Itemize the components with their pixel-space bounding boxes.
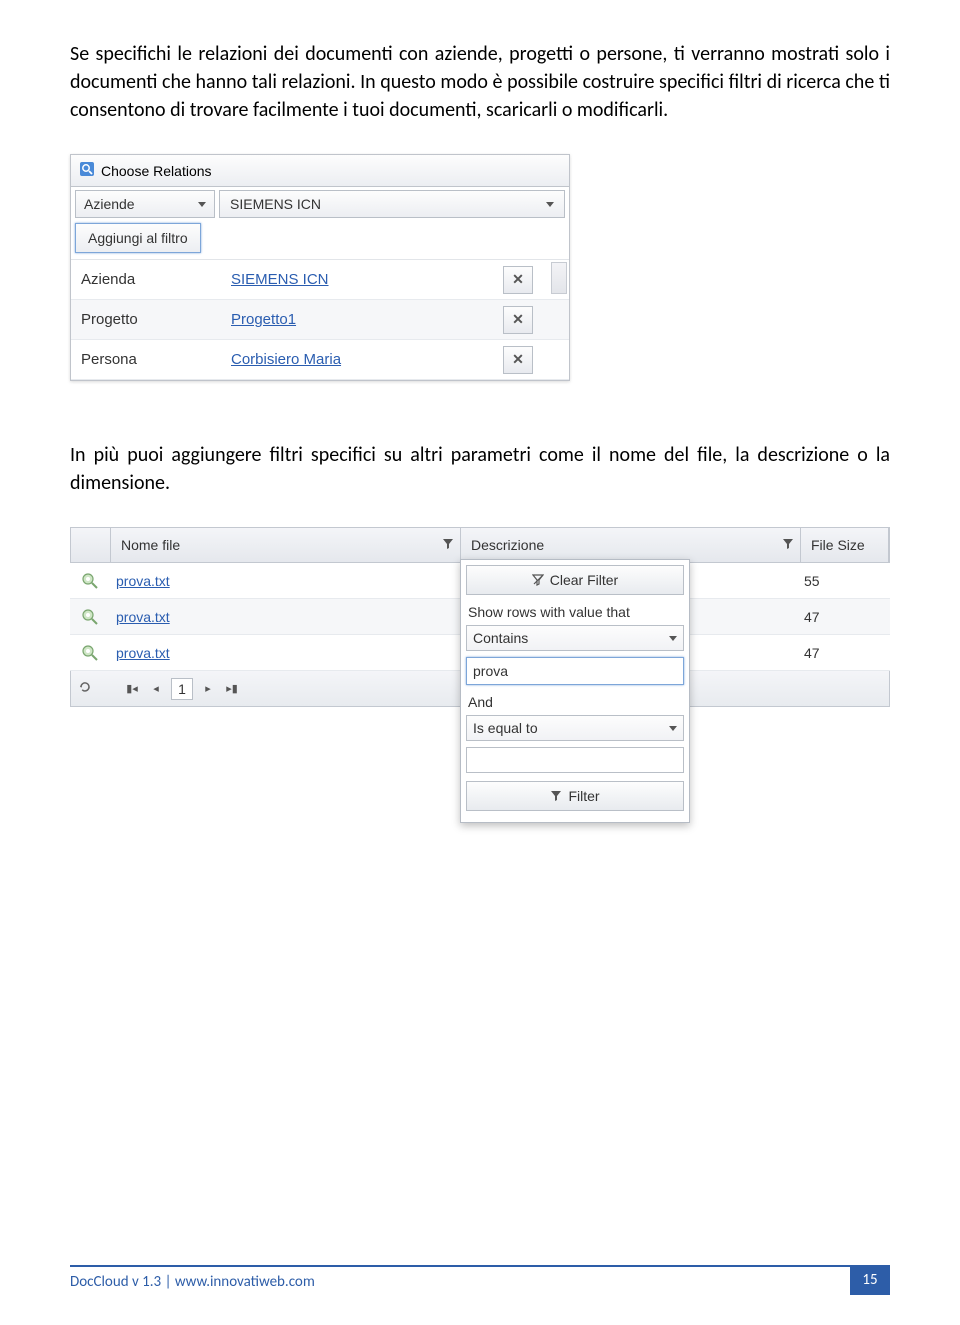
relation-type-dropdown[interactable]: Aziende [75,190,215,218]
clear-filter-label: Clear Filter [550,572,618,588]
footer-separator: | [165,1273,175,1291]
relations-panel: Choose Relations Aziende SIEMENS ICN Agg… [70,154,570,381]
add-to-filter-button[interactable]: Aggiungi al filtro [75,223,201,253]
search-icon [79,161,95,180]
intro-paragraph-2: In più puoi aggiungere filtri specifici … [70,441,890,497]
chevron-down-icon [546,202,554,207]
grid-cell-size: 55 [800,573,890,589]
relation-row: Azienda SIEMENS ICN ✕ [71,260,569,300]
grid-cell-filename: prova.txt [110,573,460,589]
relation-type-value: Aziende [84,196,135,212]
filter-icon [550,790,562,802]
clear-filter-button[interactable]: Clear Filter [466,565,684,595]
grid-header-name-label: Nome file [121,537,180,553]
grid-cell-size: 47 [800,609,890,625]
relation-name-combobox[interactable]: SIEMENS ICN [219,190,565,218]
chevron-down-icon [669,726,677,731]
grid-header: Nome file Descrizione File Size [70,527,890,563]
file-link[interactable]: prova.txt [116,573,170,589]
scrollbar-thumb[interactable] [551,262,567,294]
file-grid-panel: Nome file Descrizione File Size prova.tx… [70,527,890,707]
grid-header-name[interactable]: Nome file [111,528,461,562]
relation-row-label: Progetto [71,311,231,328]
filter-icon[interactable] [782,537,794,553]
grid-cell-size: 47 [800,645,890,661]
column-filter-popup: Clear Filter Show rows with value that C… [460,559,690,823]
pager-next-icon[interactable]: ▸ [199,680,217,698]
footer-page-number: 15 [850,1265,890,1295]
footer-product: DocCloud v 1.3 [70,1273,161,1291]
grid-header-desc-label: Descrizione [471,537,544,553]
chevron-down-icon [198,202,206,207]
grid-header-desc[interactable]: Descrizione [461,528,801,562]
relation-remove-button[interactable]: ✕ [503,346,533,374]
file-link[interactable]: prova.txt [116,609,170,625]
relation-row-link[interactable]: SIEMENS ICN [231,271,503,288]
filter-operator-2[interactable]: Is equal to [466,715,684,741]
pager-prev-icon[interactable]: ◂ [147,680,165,698]
refresh-icon[interactable] [77,679,93,698]
filter-value-2-input[interactable] [466,747,684,773]
relations-panel-title: Choose Relations [101,163,212,179]
relation-name-value: SIEMENS ICN [230,196,321,212]
preview-icon[interactable] [70,608,110,626]
relation-remove-button[interactable]: ✕ [503,266,533,294]
grid-header-size[interactable]: File Size [801,528,889,562]
preview-icon[interactable] [70,572,110,590]
filter-operator-1[interactable]: Contains [466,625,684,651]
clear-filter-icon [532,574,544,586]
relations-list: Azienda SIEMENS ICN ✕ Progetto Progetto1… [71,259,569,380]
apply-filter-label: Filter [568,788,599,804]
grid-cell-filename: prova.txt [110,609,460,625]
preview-icon[interactable] [70,644,110,662]
chevron-down-icon [669,636,677,641]
filter-and-label: And [466,691,684,715]
filter-operator-1-value: Contains [473,630,528,646]
pager-first-icon[interactable]: ▮◂ [123,680,141,698]
relation-remove-button[interactable]: ✕ [503,306,533,334]
relation-row-label: Persona [71,351,231,368]
relations-panel-header: Choose Relations [71,155,569,187]
relation-row: Persona Corbisiero Maria ✕ [71,340,569,380]
relation-row-link[interactable]: Corbisiero Maria [231,351,503,368]
page-footer: DocCloud v 1.3 | www.innovatiweb.com 15 [70,1265,890,1295]
relation-row: Progetto Progetto1 ✕ [71,300,569,340]
grid-header-size-label: File Size [811,537,865,553]
relation-row-label: Azienda [71,271,231,288]
footer-site: www.innovatiweb.com [175,1273,315,1291]
filter-value-1-input[interactable]: prova [466,657,684,685]
relation-row-link[interactable]: Progetto1 [231,311,503,328]
pager-last-icon[interactable]: ▸▮ [223,680,241,698]
file-link[interactable]: prova.txt [116,645,170,661]
pager-current-page[interactable]: 1 [171,678,193,700]
grid-header-icon-col[interactable] [71,528,111,562]
grid-cell-filename: prova.txt [110,645,460,661]
apply-filter-button[interactable]: Filter [466,781,684,811]
filter-operator-2-value: Is equal to [473,720,538,736]
filter-show-rows-label: Show rows with value that [466,601,684,625]
filter-icon[interactable] [442,537,454,553]
intro-paragraph-1: Se specifichi le relazioni dei documenti… [70,40,890,124]
